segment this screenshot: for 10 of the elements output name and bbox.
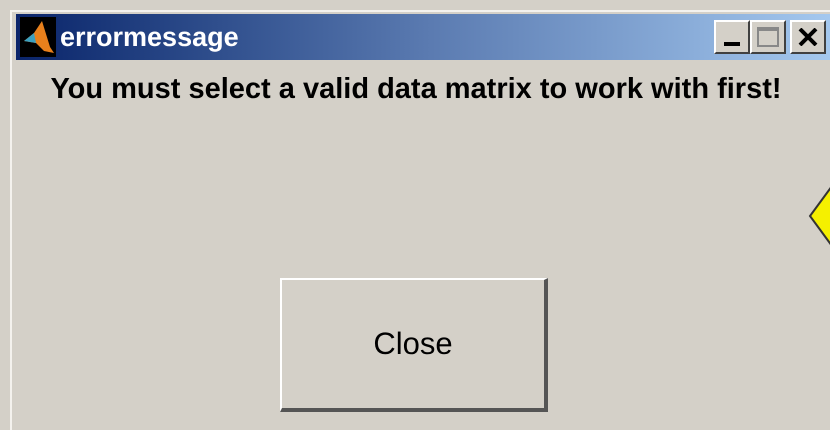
- close-icon: [798, 28, 818, 46]
- minimize-icon: [724, 42, 740, 46]
- window-title: errormessage: [60, 20, 239, 54]
- maximize-button[interactable]: [750, 20, 786, 54]
- maximize-icon: [757, 27, 779, 47]
- dialog-button[interactable]: Close: [280, 278, 548, 412]
- close-button[interactable]: [790, 20, 826, 54]
- minimize-button[interactable]: [714, 20, 750, 54]
- app-icon: [20, 17, 56, 57]
- error-message: You must select a valid data matrix to work with first!: [49, 72, 783, 107]
